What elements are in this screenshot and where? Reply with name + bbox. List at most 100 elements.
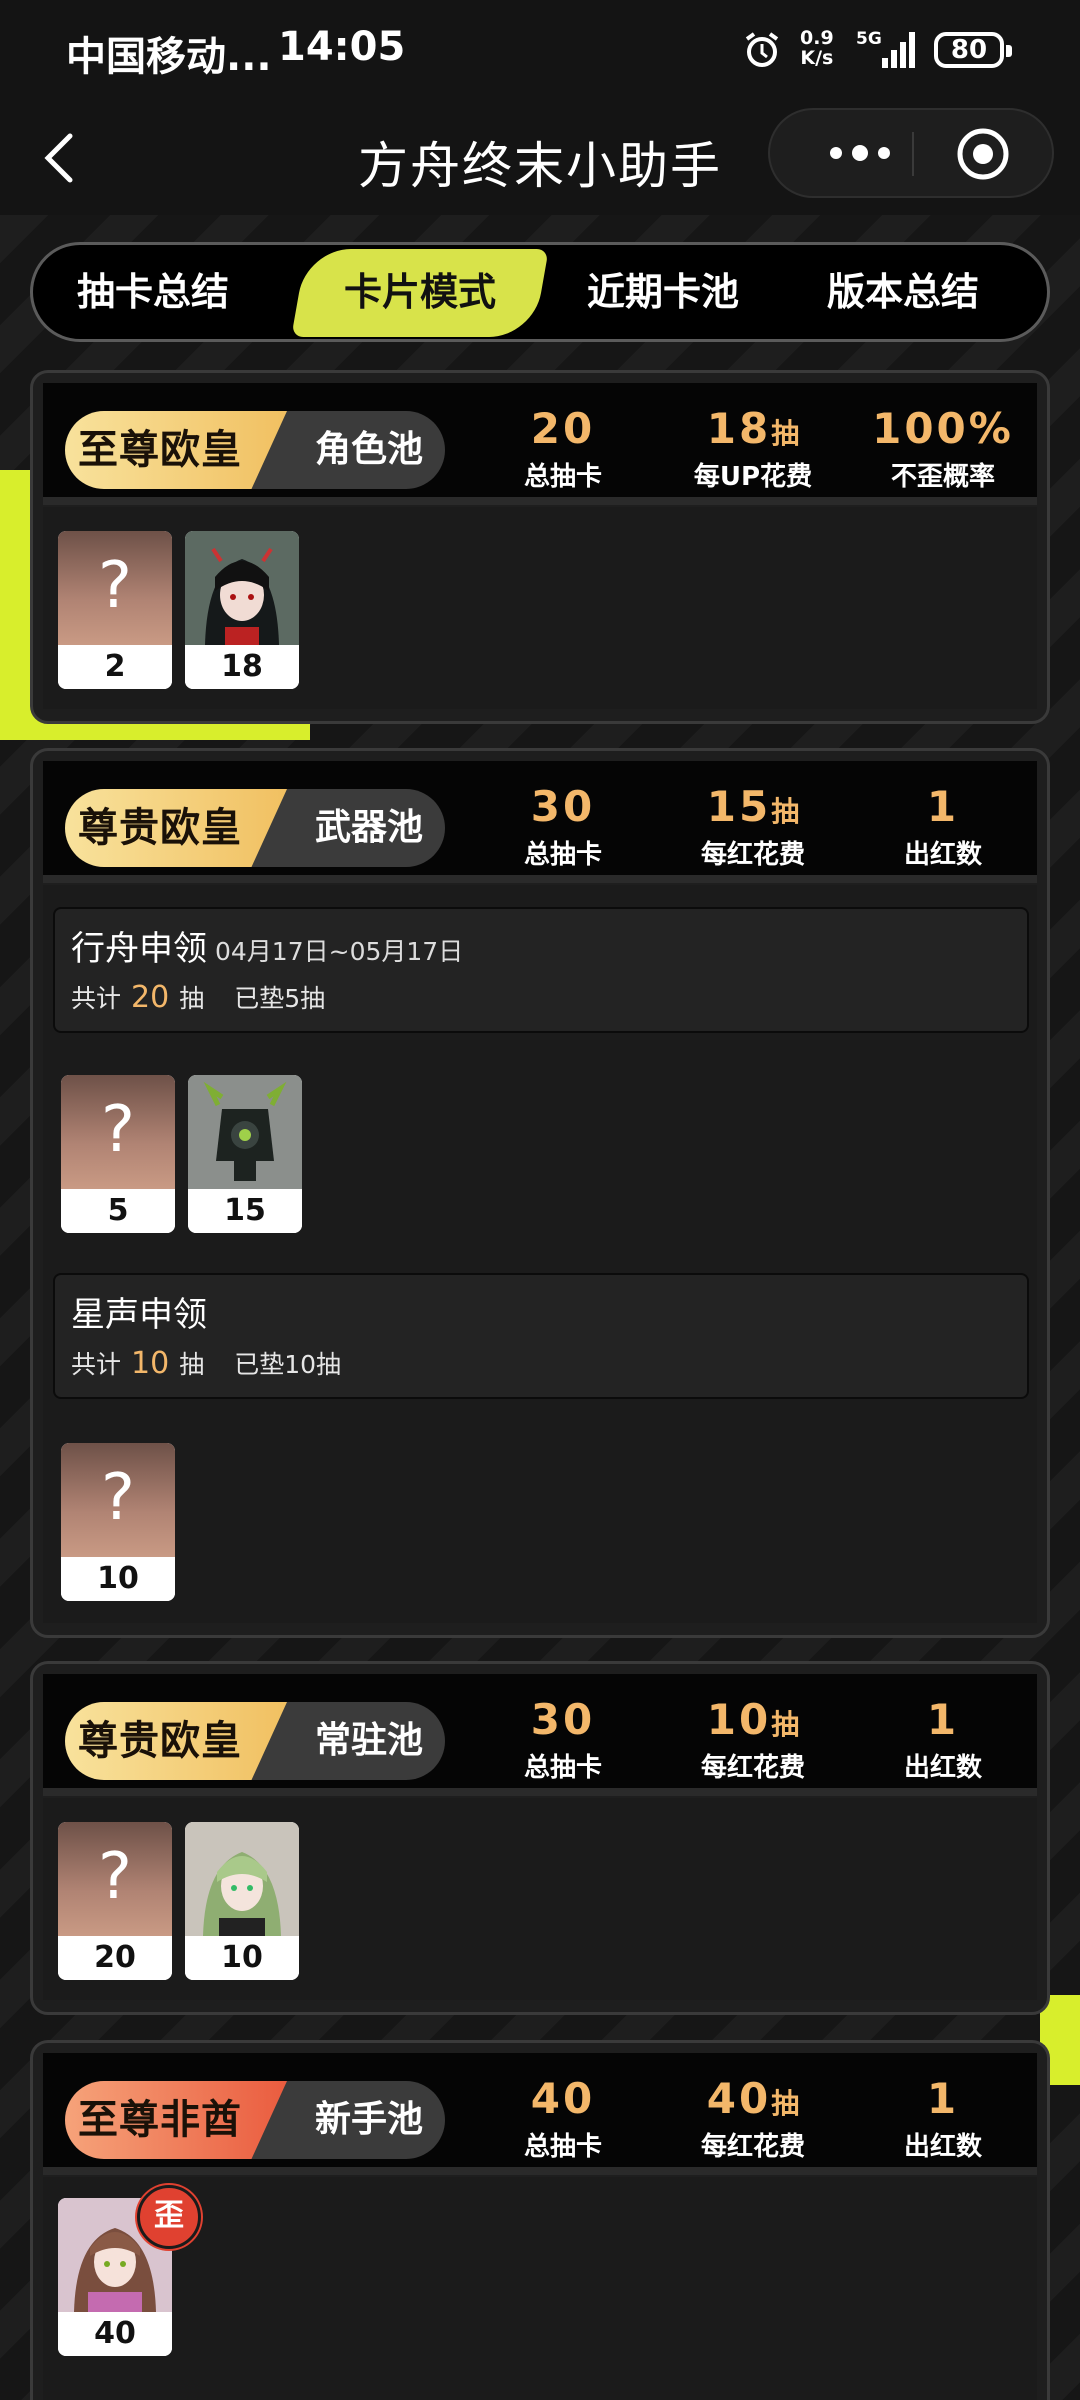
tab-version-summary[interactable]: 版本总结 xyxy=(783,245,1023,339)
pull-card-character[interactable]: 18 xyxy=(185,531,299,689)
pull-card-character[interactable]: 10 xyxy=(185,1822,299,1980)
pool-type: 武器池 xyxy=(314,807,423,848)
total-suffix: 抽 xyxy=(179,984,205,1013)
banner-summary: 行舟申领 04月17日~05月17日 共计 20 抽已垫5抽 xyxy=(53,907,1029,1033)
question-mark-icon: ? xyxy=(101,1093,135,1167)
pool-header: 尊贵欧皇 武器池 30 总抽卡 15抽每红花费 1 出红数 xyxy=(43,761,1037,875)
question-mark-icon: ? xyxy=(98,1840,132,1914)
question-mark-icon: ? xyxy=(98,549,132,623)
stat-red-count: 1 出红数 xyxy=(848,2073,1038,2164)
pool-type: 常驻池 xyxy=(314,1720,423,1761)
stat-total: 30 总抽卡 xyxy=(468,781,658,872)
rank-badge: 至尊非酋 新手池 xyxy=(65,2081,445,2159)
mode-tabs: 抽卡总结 卡片模式 近期卡池 版本总结 xyxy=(30,242,1050,342)
banner-total: 10 xyxy=(131,1346,170,1381)
pull-count: 10 xyxy=(61,1557,175,1601)
tab-recent-pools[interactable]: 近期卡池 xyxy=(543,245,783,339)
pull-card-weapon[interactable]: 15 xyxy=(188,1075,302,1233)
pull-count: 5 xyxy=(61,1189,175,1233)
carrier-name: 中国移动... xyxy=(66,34,272,80)
stat-cost: 18抽每UP花费 xyxy=(658,403,848,494)
stat-label: 总抽卡 xyxy=(523,2132,602,2162)
pool-header: 尊贵欧皇 常驻池 30 总抽卡 10抽 每红花费 1 出红数 xyxy=(43,1674,1037,1788)
rank-title: 至尊欧皇 xyxy=(78,427,242,473)
stat-value: 30 xyxy=(530,1695,596,1744)
stat-label: 总抽卡 xyxy=(523,462,602,492)
mini-program-capsule xyxy=(768,108,1054,198)
tab-card-mode[interactable]: 卡片模式 xyxy=(291,245,549,339)
battery-indicator: 80 xyxy=(934,32,1012,68)
alarm-icon xyxy=(745,32,779,67)
pity-count: 已垫5抽 xyxy=(234,984,326,1013)
stat-label: 总抽卡 xyxy=(523,1753,602,1783)
weapon-icon xyxy=(188,1075,302,1189)
stat-total: 20 总抽卡 xyxy=(468,403,658,494)
network-type: 5G xyxy=(856,29,882,49)
stat-value: 40 xyxy=(706,2074,772,2123)
stat-value: 1 xyxy=(926,2074,960,2123)
rank-badge: 至尊欧皇 角色池 xyxy=(65,411,445,489)
stat-value: 15 xyxy=(706,782,772,831)
banner-total: 20 xyxy=(131,980,170,1015)
pull-card-unknown[interactable]: ? 10 xyxy=(61,1443,175,1601)
rank-title: 尊贵欧皇 xyxy=(78,805,242,851)
stat-value: 20 xyxy=(530,404,596,453)
stat-value: 10 xyxy=(706,1695,772,1744)
stat-value: 40 xyxy=(530,2074,596,2123)
rank-title: 尊贵欧皇 xyxy=(78,1718,242,1764)
character-portrait-icon xyxy=(185,1822,299,1936)
rank-title: 至尊非酋 xyxy=(78,2097,242,2143)
stat-cost: 10抽 每红花费 xyxy=(658,1694,848,1785)
stat-label: 每红花费 xyxy=(700,1753,805,1783)
stat-value: 30 xyxy=(530,782,596,831)
pull-card-unknown[interactable]: ? 5 xyxy=(61,1075,175,1233)
capsule-divider xyxy=(912,132,914,176)
stat-label: 每红花费 xyxy=(700,2132,805,2162)
net-speed-value: 0.9 xyxy=(800,27,834,49)
tab-label: 卡片模式 xyxy=(343,270,496,314)
status-bar: 中国移动... 14:05 0.9 K/s 5G 80 xyxy=(0,0,1080,100)
stat-total: 40 总抽卡 xyxy=(468,2073,658,2164)
tab-summary[interactable]: 抽卡总结 xyxy=(33,245,273,339)
stat-value: 1 xyxy=(926,782,960,831)
pool-card-weapon: 尊贵欧皇 武器池 30 总抽卡 15抽 每红花费 1 出红数 行舟申领 04月17日~0… xyxy=(30,748,1050,1638)
stat-unit: 抽 xyxy=(771,417,800,450)
pull-card-unknown[interactable]: ? 20 xyxy=(58,1822,172,1980)
pull-count: 40 xyxy=(58,2312,172,2356)
stat-cost: 15抽每红花费 xyxy=(658,781,848,872)
pool-card-character: 至尊欧皇 角色池 20 总抽卡 18抽 每UP花费 100% 不歪概率 ? 2 18 xyxy=(30,370,1050,724)
character-portrait-icon xyxy=(185,531,299,645)
total-prefix: 共计 xyxy=(71,984,122,1013)
stat-unit: 抽 xyxy=(771,795,800,828)
stat-unit: 抽 xyxy=(771,2087,800,2120)
stat-label: 出红数 xyxy=(903,2132,982,2162)
tab-label: 版本总结 xyxy=(826,270,979,314)
tab-label: 近期卡池 xyxy=(586,270,739,314)
banner-name: 星声申领 xyxy=(71,1295,207,1335)
tab-label: 抽卡总结 xyxy=(76,270,229,314)
stat-total: 30 总抽卡 xyxy=(468,1694,658,1785)
off-banner-badge: 歪 xyxy=(137,2185,201,2249)
pool-header: 至尊欧皇 角色池 20 总抽卡 18抽 每UP花费 100% 不歪概率 xyxy=(43,383,1037,497)
stat-label: 每UP花费 xyxy=(693,462,813,492)
net-speed: 0.9 K/s xyxy=(800,28,834,68)
more-icon[interactable] xyxy=(810,110,910,196)
pull-card-unknown[interactable]: ? 2 xyxy=(58,531,172,689)
banner-date: 04月17日~05月17日 xyxy=(215,937,464,966)
stat-label: 每红花费 xyxy=(700,840,805,870)
signal-icon: 5G xyxy=(856,29,915,68)
banner-summary: 星声申领 共计 10 抽已垫10抽 xyxy=(53,1273,1029,1399)
stat-label: 不歪概率 xyxy=(890,462,995,492)
pool-card-standard: 尊贵欧皇 常驻池 30 总抽卡 10抽 每红花费 1 出红数 ? 20 10 xyxy=(30,1661,1050,2015)
pity-count: 已垫10抽 xyxy=(234,1350,342,1379)
stat-value: 18 xyxy=(706,404,772,453)
pull-count: 10 xyxy=(185,1936,299,1980)
stat-value: 1 xyxy=(926,1695,960,1744)
pool-header: 至尊非酋 新手池 40 总抽卡 40抽 每红花费 1 出红数 xyxy=(43,2053,1037,2167)
stat-label: 出红数 xyxy=(903,840,982,870)
nav-bar: 方舟终末小助手 xyxy=(0,100,1080,215)
pool-type: 新手池 xyxy=(314,2099,423,2140)
close-miniprogram-icon[interactable] xyxy=(955,126,1011,182)
stat-red-count: 1 出红数 xyxy=(848,781,1038,872)
pool-card-newbie: 至尊非酋 新手池 40 总抽卡 40抽 每红花费 1 出红数 40 歪 xyxy=(30,2040,1050,2400)
